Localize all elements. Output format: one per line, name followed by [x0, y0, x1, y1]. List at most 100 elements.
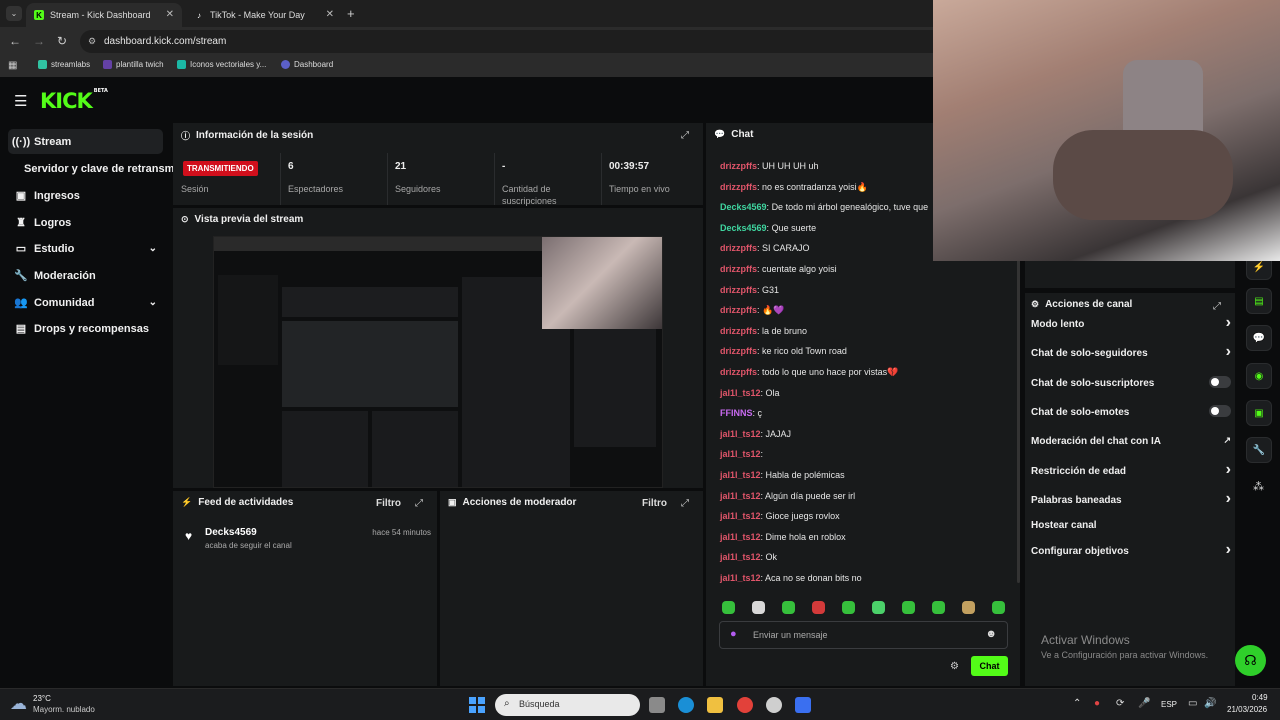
file-explorer-icon[interactable] — [707, 697, 723, 713]
chat-username[interactable]: drizzpffs — [720, 305, 757, 315]
chat-input[interactable]: ● Enviar un mensaje ☻ — [719, 621, 1008, 649]
channel-action-row[interactable]: Palabras baneadas › — [1031, 490, 1231, 507]
rail-chat-button[interactable]: 💬 — [1246, 325, 1272, 351]
channel-action-row[interactable]: Hostear canal — [1031, 520, 1231, 531]
tray-mic-icon[interactable]: 🎤 — [1138, 698, 1150, 709]
chat-username[interactable]: jal1l_ts12 — [720, 573, 761, 583]
chat-username[interactable]: jal1l_ts12 — [720, 429, 761, 439]
tab-tiktok[interactable]: ♪ TikTok - Make Your Day ✕ — [186, 3, 342, 27]
task-view-icon[interactable] — [649, 697, 665, 713]
sidebar-item-estudio[interactable]: ▭ Estudio ⌄ — [8, 236, 163, 261]
chat-username[interactable]: Decks4569 — [720, 223, 767, 233]
rail-apps-icon[interactable]: ⁂ — [1253, 480, 1264, 493]
support-chat-button[interactable]: ☊ — [1235, 645, 1266, 676]
expand-icon[interactable]: ⤢ — [681, 498, 689, 509]
emote-icon[interactable] — [872, 601, 885, 614]
taskbar-search[interactable]: ⌕ Búsqueda — [495, 694, 640, 716]
kick-logo[interactable]: KICK BETA — [40, 88, 108, 113]
close-tab-icon[interactable]: ✕ — [166, 9, 174, 20]
channel-action-row[interactable]: Chat de solo-emotes — [1031, 405, 1231, 418]
chat-username[interactable]: jal1l_ts12 — [720, 470, 761, 480]
tray-app-icon[interactable]: ● — [1094, 698, 1100, 709]
chat-username[interactable]: jal1l_ts12 — [720, 388, 761, 398]
chat-username[interactable]: drizzpffs — [720, 346, 757, 356]
chat-scrollbar[interactable] — [1017, 253, 1020, 583]
chat-settings-icon[interactable]: ⚙ — [950, 661, 959, 672]
emote-icon[interactable] — [932, 601, 945, 614]
sidebar-item-comunidad[interactable]: 👥 Comunidad ⌄ — [8, 290, 163, 315]
emote-icon[interactable] — [842, 601, 855, 614]
back-icon[interactable]: ← — [9, 34, 21, 48]
tray-volume-icon[interactable]: 🔊 — [1204, 698, 1216, 709]
tab-search-icon[interactable]: ⌄ — [6, 6, 22, 21]
emote-icon[interactable] — [992, 601, 1005, 614]
chat-username[interactable]: drizzpffs — [720, 243, 757, 253]
site-info-icon[interactable]: ⚙ — [88, 30, 96, 53]
channel-action-row[interactable]: Modo lento › — [1031, 314, 1231, 331]
filter-button[interactable]: Filtro — [376, 498, 401, 509]
bookmark-dashboard[interactable]: Dashboard — [281, 60, 333, 69]
emote-icon[interactable] — [722, 601, 735, 614]
close-tab-icon[interactable]: ✕ — [326, 9, 334, 20]
emote-icon[interactable] — [962, 601, 975, 614]
channel-action-row[interactable]: Chat de solo-suscriptores — [1031, 376, 1231, 389]
apps-grid-icon[interactable]: ▦ — [8, 60, 17, 71]
hamburger-menu-icon[interactable]: ☰ — [14, 92, 27, 110]
tray-chevron-icon[interactable]: ⌃ — [1073, 698, 1081, 709]
sidebar-item-stream[interactable]: ((·)) Stream — [8, 129, 163, 154]
tray-sync-icon[interactable]: ⟳ — [1116, 698, 1124, 709]
channel-action-row[interactable]: Restricción de edad › — [1031, 461, 1231, 478]
new-tab-button[interactable]: + — [347, 6, 355, 21]
toggle-switch[interactable] — [1209, 376, 1231, 388]
tray-lang[interactable]: ESP — [1161, 700, 1177, 709]
channel-action-row[interactable]: Chat de solo-seguidores › — [1031, 343, 1231, 360]
expand-icon[interactable]: ⤢ — [681, 130, 689, 141]
emote-icon[interactable] — [782, 601, 795, 614]
rail-wrench-button[interactable]: 🔧 — [1246, 437, 1272, 463]
tray-time[interactable]: 0:49 — [1252, 693, 1268, 702]
channel-action-row[interactable]: Moderación del chat con IA ↗ — [1031, 435, 1231, 447]
expand-icon[interactable]: ⤢ — [1213, 301, 1221, 312]
emote-icon[interactable] — [902, 601, 915, 614]
emote-icon[interactable] — [752, 601, 765, 614]
emoji-icon[interactable]: ☻ — [985, 628, 997, 640]
chat-username[interactable]: jal1l_ts12 — [720, 511, 761, 521]
chat-username[interactable]: drizzpffs — [720, 161, 757, 171]
chat-username[interactable]: FFINNS — [720, 408, 753, 418]
app-icon[interactable] — [795, 697, 811, 713]
rail-document-button[interactable]: ▤ — [1246, 288, 1272, 314]
obs-icon[interactable] — [766, 697, 782, 713]
sidebar-item-logros[interactable]: ♜ Logros — [8, 210, 163, 235]
emote-icon[interactable] — [812, 601, 825, 614]
forward-icon[interactable]: → — [33, 34, 45, 48]
bookmark-streamlabs[interactable]: streamlabs — [38, 60, 90, 69]
expand-icon[interactable]: ⤢ — [415, 498, 423, 509]
bookmark-iconos-vectoriales[interactable]: Iconos vectoriales y... — [177, 60, 266, 69]
start-button[interactable] — [469, 697, 485, 713]
sidebar-item-ingresos[interactable]: ▣ Ingresos — [8, 183, 163, 208]
sidebar-item-moderacion[interactable]: 🔧 Moderación — [8, 263, 163, 288]
chat-send-button[interactable]: Chat — [971, 656, 1008, 676]
rail-layout-button[interactable]: ▣ — [1246, 400, 1272, 426]
mic-icon[interactable]: ● — [730, 628, 737, 640]
toggle-switch[interactable] — [1209, 405, 1231, 417]
chat-username[interactable]: drizzpffs — [720, 326, 757, 336]
chrome-icon[interactable] — [737, 697, 753, 713]
sidebar-item-drops[interactable]: ▤ Drops y recompensas — [8, 316, 163, 341]
tab-kick-dashboard[interactable]: K Stream - Kick Dashboard ✕ — [26, 3, 182, 27]
stream-preview-video[interactable] — [213, 236, 663, 488]
reload-icon[interactable]: ↻ — [57, 34, 67, 48]
chat-username[interactable]: jal1l_ts12 — [720, 449, 761, 459]
chat-username[interactable]: drizzpffs — [720, 264, 757, 274]
rail-broadcast-button[interactable]: ◉ — [1246, 363, 1272, 389]
channel-action-row[interactable]: Configurar objetivos › — [1031, 541, 1231, 558]
edge-icon[interactable] — [678, 697, 694, 713]
chat-username[interactable]: drizzpffs — [720, 367, 757, 377]
sidebar-item-servidor[interactable]: Servidor y clave de retransm — [24, 156, 174, 181]
chat-username[interactable]: jal1l_ts12 — [720, 552, 761, 562]
chat-username[interactable]: drizzpffs — [720, 285, 757, 295]
filter-button[interactable]: Filtro — [642, 498, 667, 509]
bookmark-plantilla-twich[interactable]: plantilla twich — [103, 60, 164, 69]
chat-username[interactable]: jal1l_ts12 — [720, 532, 761, 542]
chat-username[interactable]: drizzpffs — [720, 182, 757, 192]
